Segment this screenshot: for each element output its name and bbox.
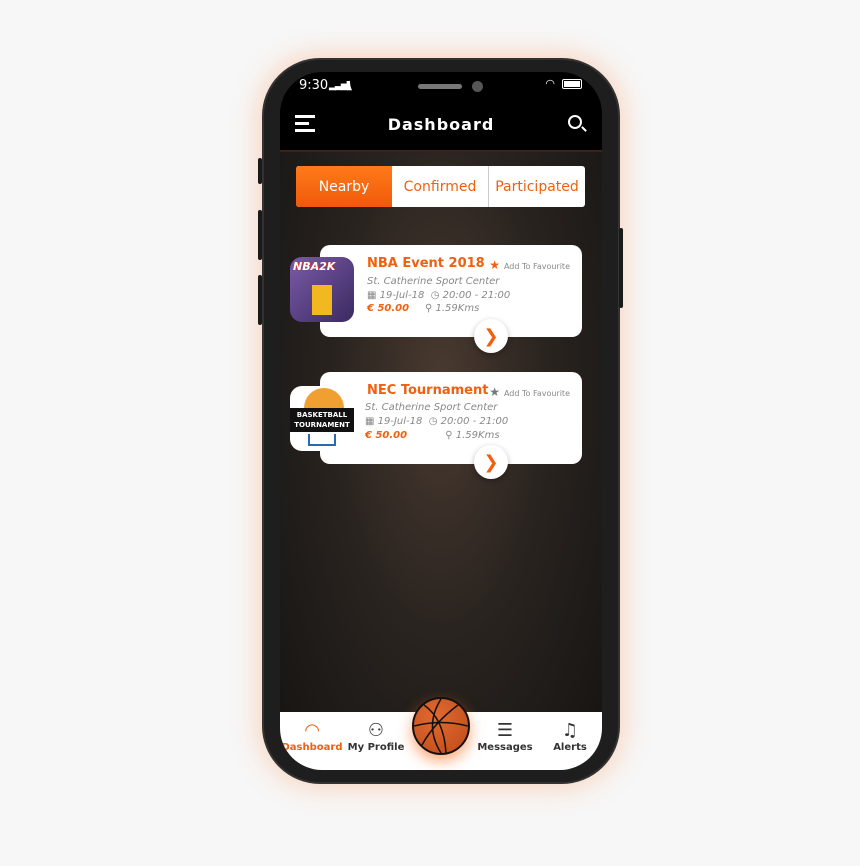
- calendar-icon: ▦: [365, 416, 378, 427]
- tab-nearby[interactable]: Nearby: [296, 166, 392, 207]
- chevron-right-button[interactable]: ❯: [474, 319, 508, 353]
- event-card[interactable]: NBA Event 2018 ★ Add To Favourite St. Cat…: [320, 245, 582, 353]
- tab-bar: Nearby Confirmed Participated: [296, 166, 585, 207]
- event-venue: St. Catherine Sport Center: [367, 276, 500, 287]
- volume-up: [258, 210, 262, 260]
- location-pin-icon: ⚲: [445, 430, 456, 441]
- wifi-icon: ◠: [545, 77, 555, 90]
- power-button: [619, 228, 623, 308]
- tab-participated[interactable]: Participated: [488, 166, 585, 207]
- status-time: 9:30: [299, 78, 329, 93]
- star-icon: ★: [489, 385, 500, 399]
- event-price-distance: € 50.00 ⚲ 1.59Kms: [365, 430, 500, 441]
- favourite-label: Add To Favourite: [503, 389, 570, 398]
- clock-icon: ◷: [430, 290, 443, 301]
- event-title: NBA Event 2018: [367, 256, 485, 271]
- app-header: 9:30 ▂▃▅▇ ◠ Dashboard: [280, 72, 602, 152]
- nav-messages[interactable]: ☰ Messages: [473, 720, 537, 753]
- event-card[interactable]: NEC Tournament ★ Add To Favourite St. Cat…: [320, 372, 582, 479]
- bell-icon: ♫: [561, 720, 579, 741]
- favourite-label: Add To Favourite: [503, 262, 570, 271]
- clock-icon: ◷: [428, 416, 441, 427]
- add-favourite-button[interactable]: ★ Add To Favourite: [489, 258, 570, 272]
- mute-switch: [258, 158, 262, 184]
- nav-my-profile[interactable]: ⚇ My Profile: [344, 720, 408, 753]
- event-datetime: ▦ 19-Jul-18 ◷ 20:00 - 21:00: [367, 290, 511, 301]
- event-datetime: ▦ 19-Jul-18 ◷ 20:00 - 21:00: [365, 416, 509, 427]
- page-title: Dashboard: [387, 115, 495, 134]
- add-favourite-button[interactable]: ★ Add To Favourite: [489, 385, 570, 399]
- nav-alerts[interactable]: ♫ Alerts: [538, 720, 602, 753]
- event-price-distance: € 50.00 ⚲ 1.59Kms: [367, 303, 480, 314]
- battery-icon: [562, 79, 582, 89]
- notch: [350, 72, 532, 100]
- event-title: NEC Tournament: [367, 383, 489, 398]
- star-icon: ★: [489, 258, 500, 272]
- jersey-graphic: [312, 285, 332, 315]
- user-icon: ⚇: [367, 720, 385, 741]
- chat-icon: ☰: [496, 720, 514, 741]
- speedometer-icon: ◠: [305, 720, 319, 741]
- chevron-right-button[interactable]: ❯: [474, 445, 508, 479]
- nav-dashboard[interactable]: ◠ Dashboard: [280, 720, 344, 753]
- thumbnail-logo-text: BASKETBALL TOURNAMENT: [290, 408, 354, 432]
- location-pin-icon: ⚲: [424, 303, 436, 314]
- thumbnail-logo-text: NBA2K: [293, 260, 336, 273]
- volume-down: [258, 275, 262, 325]
- event-venue: St. Catherine Sport Center: [365, 402, 498, 413]
- basketball-button[interactable]: [412, 697, 470, 755]
- tab-confirmed[interactable]: Confirmed: [392, 166, 488, 207]
- event-thumbnail: NBA2K: [290, 257, 354, 322]
- event-thumbnail: BASKETBALL TOURNAMENT: [290, 386, 354, 451]
- search-icon[interactable]: [568, 115, 587, 132]
- calendar-icon: ▦: [367, 290, 380, 301]
- screen: 9:30 ▂▃▅▇ ◠ Dashboard Nearby Confirmed P…: [280, 72, 602, 770]
